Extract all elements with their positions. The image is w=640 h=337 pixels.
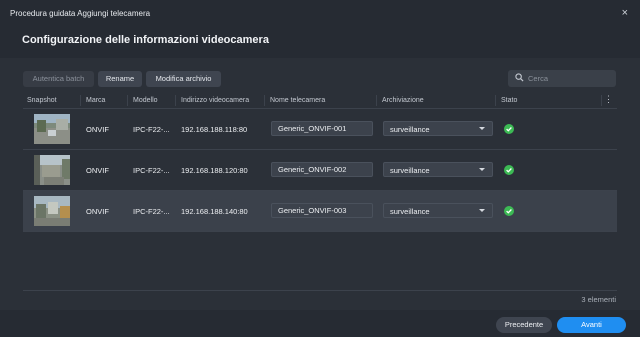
camera-table: Snapshot Marca Modello Indirizzo videoca… (23, 93, 617, 306)
model-cell: IPC-F22-... (133, 207, 170, 216)
storage-value: surveillance (390, 125, 430, 134)
search-icon (515, 73, 524, 82)
column-divider[interactable] (601, 95, 602, 106)
storage-value: surveillance (390, 166, 430, 175)
window-title: Procedura guidata Aggiungi telecamera (10, 9, 151, 18)
model-cell: IPC-F22-... (133, 166, 170, 175)
address-cell: 192.168.188.140:80 (181, 207, 248, 216)
column-divider[interactable] (264, 95, 265, 106)
column-header-snapshot[interactable]: Snapshot (27, 97, 57, 104)
table-row[interactable]: ONVIF IPC-F22-... 192.168.188.120:80 sur… (23, 150, 617, 191)
camera-snapshot (34, 114, 70, 144)
next-button[interactable]: Avanti (557, 317, 626, 333)
address-cell: 192.168.188.120:80 (181, 166, 248, 175)
brand-cell: ONVIF (86, 207, 109, 216)
item-count: 3 elementi (581, 295, 616, 304)
search-input[interactable] (528, 72, 612, 85)
camera-snapshot (34, 196, 70, 226)
column-header-status[interactable]: Stato (501, 97, 517, 104)
column-menu-icon[interactable]: ⋮ (604, 94, 613, 105)
column-header-model[interactable]: Modello (133, 97, 158, 104)
column-header-brand[interactable]: Marca (86, 97, 105, 104)
storage-select[interactable]: surveillance (383, 203, 493, 218)
rename-button[interactable]: Rename (98, 71, 142, 87)
address-cell: 192.168.188.118:80 (181, 125, 248, 134)
camera-name-input[interactable] (271, 121, 373, 136)
check-circle-icon (504, 165, 514, 175)
column-header-storage[interactable]: Archiviazione (382, 97, 424, 104)
close-icon[interactable]: × (622, 7, 628, 19)
snapshot-image (34, 114, 70, 144)
table-row[interactable]: ONVIF IPC-F22-... 192.168.188.140:80 sur… (23, 191, 617, 232)
table-row[interactable]: ONVIF IPC-F22-... 192.168.188.118:80 sur… (23, 109, 617, 150)
column-divider[interactable] (495, 95, 496, 106)
edit-archive-button[interactable]: Modifica archivio (146, 71, 221, 87)
snapshot-image (34, 196, 70, 226)
brand-cell: ONVIF (86, 166, 109, 175)
storage-value: surveillance (390, 207, 430, 216)
check-circle-icon (504, 124, 514, 134)
storage-select[interactable]: surveillance (383, 162, 493, 177)
column-divider[interactable] (80, 95, 81, 106)
check-circle-icon (504, 206, 514, 216)
page-header: Configurazione delle informazioni videoc… (0, 28, 640, 58)
column-divider[interactable] (127, 95, 128, 106)
brand-cell: ONVIF (86, 125, 109, 134)
table-header: Snapshot Marca Modello Indirizzo videoca… (23, 93, 617, 109)
caret-down-icon (479, 209, 485, 212)
caret-down-icon (479, 168, 485, 171)
camera-name-input[interactable] (271, 162, 373, 177)
camera-snapshot (34, 155, 70, 185)
batch-auth-button[interactable]: Autentica batch (23, 71, 94, 87)
model-cell: IPC-F22-... (133, 125, 170, 134)
column-header-name[interactable]: Nome telecamera (270, 97, 325, 104)
search-box[interactable] (508, 70, 616, 87)
caret-down-icon (479, 127, 485, 130)
camera-name-input[interactable] (271, 203, 373, 218)
page-title: Configurazione delle informazioni videoc… (22, 34, 269, 46)
column-divider[interactable] (175, 95, 176, 106)
column-header-address[interactable]: Indirizzo videocamera (181, 97, 249, 104)
storage-select[interactable]: surveillance (383, 121, 493, 136)
previous-button[interactable]: Precedente (496, 317, 552, 333)
snapshot-image (34, 155, 70, 185)
column-divider[interactable] (376, 95, 377, 106)
dialog-footer: Precedente Avanti (0, 310, 640, 337)
title-bar: Procedura guidata Aggiungi telecamera × (0, 0, 640, 28)
table-footer-divider (23, 290, 617, 291)
